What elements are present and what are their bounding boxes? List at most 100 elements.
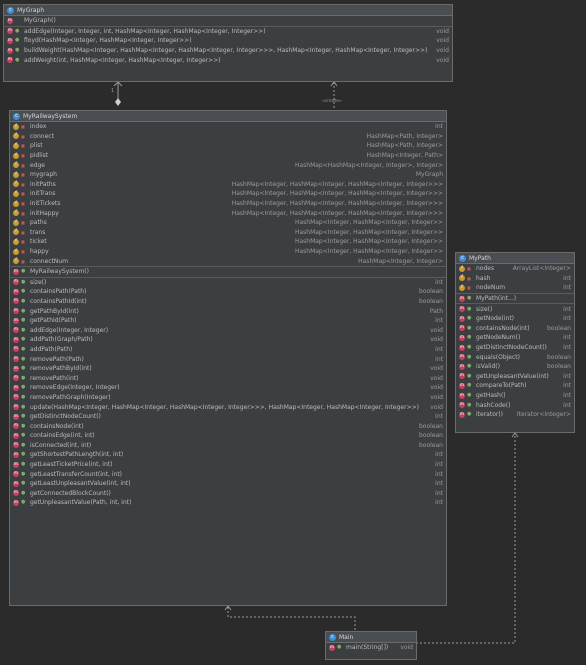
method-row[interactable]: m ● containsPath(Path) boolean	[10, 287, 446, 297]
field-row[interactable]: f ■ connectNum HashMap<Integer, Integer>	[10, 256, 446, 266]
field-row[interactable]: f ■ hash int	[456, 274, 574, 284]
method-row[interactable]: m ● floyd(HashMap<Integer, HashMap<Integer…	[4, 36, 452, 46]
member-type: int	[435, 451, 443, 459]
field-row[interactable]: f ■ ticket HashMap<Integer, HashMap<Integer…	[10, 237, 446, 247]
method-row[interactable]: m ● isValid() boolean	[456, 362, 574, 372]
method-row[interactable]: m ● hashCode() int	[456, 400, 574, 410]
field-row[interactable]: f ■ initHappy HashMap<Integer, HashMap<Inte…	[10, 208, 446, 218]
method-row[interactable]: m ● getPathId(Path) int	[10, 316, 446, 326]
member-type: void	[400, 644, 413, 652]
member-name: removeEdge(Integer, Integer)	[30, 384, 120, 392]
class-mypath[interactable]: c MyPath f ■ nodes ArrayList<Integer> f ■ hash…	[455, 252, 575, 433]
class-icon: c	[329, 633, 336, 641]
member-name: iterator()	[476, 411, 504, 419]
method-icon: m	[13, 375, 19, 382]
member-name: equals(Object)	[476, 353, 520, 361]
method-row[interactable]: m ● buildWeight(HashMap<Integer, HashMap<I…	[4, 46, 452, 56]
field-row[interactable]: f ■ index int	[10, 122, 446, 132]
field-icon: f	[13, 190, 19, 197]
method-row[interactable]: m ● getDistinctNodeCount() int	[456, 343, 574, 353]
field-row[interactable]: f ■ trans HashMap<Integer, HashMap<Integer,…	[10, 228, 446, 238]
public-icon: ●	[21, 432, 26, 439]
field-row[interactable]: f ■ nodeNum int	[456, 283, 574, 293]
field-row[interactable]: f ■ happy HashMap<Integer, HashMap<Integer,…	[10, 247, 446, 257]
method-row[interactable]: m ● getLeastTicketPrice(int, int) int	[10, 460, 446, 470]
field-row[interactable]: f ■ edge HashMap<HashMap<Integer, Integer>,…	[10, 160, 446, 170]
field-icon: f	[13, 162, 19, 169]
private-icon: ■	[467, 266, 471, 272]
method-row[interactable]: m ● main(String[]) void	[326, 643, 416, 653]
member-name: update(HashMap<Integer, HashMap<Integer,…	[30, 403, 419, 411]
method-row[interactable]: m ● size() int	[456, 304, 574, 314]
member-type: boolean	[419, 441, 443, 449]
public-icon: ●	[21, 288, 26, 295]
member-name: main(String[])	[346, 644, 389, 652]
method-icon: m	[13, 499, 19, 506]
public-icon: ●	[467, 353, 472, 360]
class-myrailwaysystem[interactable]: c MyRailwaySystem f ■ index int f ■ connect Has…	[9, 110, 447, 606]
method-row[interactable]: m ● getShortestPathLength(int, int) int	[10, 450, 446, 460]
member-type: HashMap<Path, Integer>	[366, 132, 443, 140]
method-row[interactable]: m ● compareTo(Path) int	[456, 381, 574, 391]
method-row[interactable]: m ● iterator() Iterator<Integer>	[456, 410, 574, 420]
field-row[interactable]: f ■ initPaths HashMap<Integer, HashMap<Inte…	[10, 180, 446, 190]
field-row[interactable]: f ■ paths HashMap<Integer, HashMap<Integer,…	[10, 218, 446, 228]
constructor-row[interactable]: m ● MyPath(int...)	[456, 294, 574, 304]
field-row[interactable]: f ■ mygraph MyGraph	[10, 170, 446, 180]
member-name: hash	[476, 274, 491, 282]
method-row[interactable]: m ● getNode(int) int	[456, 314, 574, 324]
method-row[interactable]: m ● containsNode(int) boolean	[456, 324, 574, 334]
field-row[interactable]: f ■ nodes ArrayList<Integer>	[456, 264, 574, 274]
method-row[interactable]: m ● addPath(Graph/Path) void	[10, 335, 446, 345]
member-type: void	[430, 365, 443, 373]
public-icon: ●	[21, 307, 26, 314]
method-row[interactable]: m ● getConnectedBlockCount() int	[10, 489, 446, 499]
field-row[interactable]: f ■ connect HashMap<Path, Integer>	[10, 132, 446, 142]
method-row[interactable]: m ● getPathById(int) Path	[10, 306, 446, 316]
class-mygraph[interactable]: c MyGraph m MyGraph() m ● addEdge(Integer,…	[3, 4, 453, 82]
public-icon: ●	[467, 411, 472, 418]
class-main[interactable]: c Main m ● main(String[]) void	[325, 631, 417, 660]
method-row[interactable]: m ● getNodeNum() int	[456, 333, 574, 343]
field-row[interactable]: f ■ initTrans HashMap<Integer, HashMap<Inte…	[10, 189, 446, 199]
method-row[interactable]: m ● update(HashMap<Integer, HashMap<Intege…	[10, 402, 446, 412]
member-name: getHash()	[476, 392, 506, 400]
method-row[interactable]: m ● size() int	[10, 278, 446, 288]
public-icon: ●	[337, 644, 342, 651]
method-icon: m	[13, 298, 19, 305]
method-row[interactable]: m ● containsPathId(int) boolean	[10, 297, 446, 307]
method-row[interactable]: m ● addEdge(Integer, Integer) void	[10, 325, 446, 335]
method-row[interactable]: m ● getUnpleasantValue(Path, int, int) int	[10, 498, 446, 508]
method-row[interactable]: m ● isConnected(int, int) boolean	[10, 441, 446, 451]
field-row[interactable]: f ■ pidlist HashMap<Integer, Path>	[10, 151, 446, 161]
field-icon: f	[459, 265, 465, 272]
method-row[interactable]: m ● getUnpleasantValue(int) int	[456, 372, 574, 382]
method-row[interactable]: m ● containsEdge(int, int) boolean	[10, 431, 446, 441]
method-row[interactable]: m ● containsNode(int) boolean	[10, 421, 446, 431]
method-row[interactable]: m ● removePathById(int) void	[10, 364, 446, 374]
constructor-row[interactable]: m ● MyRailwaySystem()	[10, 267, 446, 277]
method-row[interactable]: m ● getDistinctNodeCount() int	[10, 412, 446, 422]
method-row[interactable]: m ● removeEdge(Integer, Integer) void	[10, 383, 446, 393]
method-row[interactable]: m ● removePath(Path) int	[10, 354, 446, 364]
member-type: Path	[429, 307, 443, 315]
method-row[interactable]: m ● getLeastUnpleasantValue(int, int) int	[10, 479, 446, 489]
member-type: HashMap<Integer, HashMap<Integer, HashMa…	[231, 180, 443, 188]
public-icon: ●	[21, 268, 26, 275]
member-name: getPathId(Path)	[30, 317, 77, 325]
method-row[interactable]: m ● equals(Object) boolean	[456, 352, 574, 362]
field-row[interactable]: f ■ initTickets HashMap<Integer, HashMap<In…	[10, 199, 446, 209]
member-name: size()	[30, 278, 47, 286]
class-icon: c	[7, 6, 14, 14]
method-row[interactable]: m ● getHash() int	[456, 391, 574, 401]
method-row[interactable]: m ● addPath(Path) int	[10, 345, 446, 355]
field-row[interactable]: f ■ plist HashMap<Path, Integer>	[10, 141, 446, 151]
constructor-row[interactable]: m MyGraph()	[4, 16, 452, 26]
method-row[interactable]: m ● getLeastTransferCount(int, int) int	[10, 469, 446, 479]
method-icon: m	[13, 461, 19, 468]
method-row[interactable]: m ● addWeight(int, HashMap<Integer, HashMa…	[4, 55, 452, 65]
method-row[interactable]: m ● removePathGraph(Integer) void	[10, 393, 446, 403]
member-type: void	[430, 393, 443, 401]
method-row[interactable]: m ● addEdge(Integer, Integer, int, HashMap…	[4, 27, 452, 37]
method-row[interactable]: m ● removePath(int) void	[10, 373, 446, 383]
